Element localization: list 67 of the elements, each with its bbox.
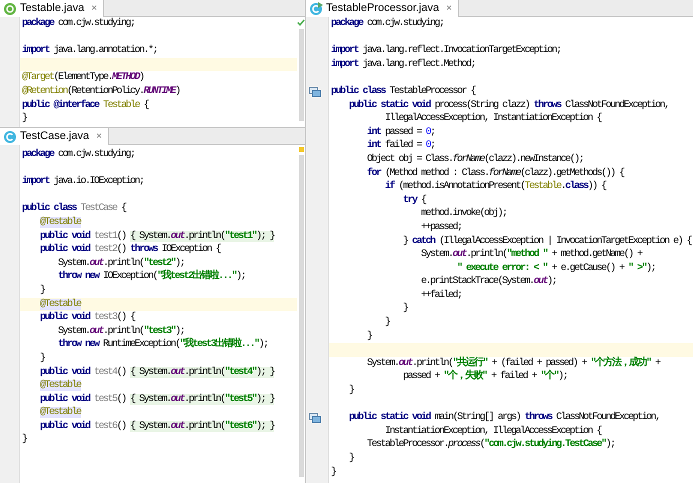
- code-line: System.out.println("method " + method.getName() +: [420, 248, 644, 262]
- code-line: public void test4() { System.out.println("test4"); }: [39, 366, 276, 380]
- editor-tab[interactable]: TestCase.java ×: [0, 128, 109, 145]
- code-line: if (method.isAnnotationPresent(Testable.class)) {: [384, 180, 608, 194]
- code-line: ++passed;: [420, 220, 463, 234]
- code-line: public class TestCase {: [21, 202, 128, 216]
- code-line: }: [384, 316, 391, 330]
- code-line: @Target(ElementType.METHOD): [21, 71, 145, 85]
- code-line: for (Method method : Class.forName(clazz).getMethods()) {: [366, 166, 626, 180]
- stacked-windows-icon[interactable]: [309, 86, 321, 97]
- scrollbar-thumb[interactable]: [298, 29, 304, 121]
- close-button[interactable]: ×: [91, 4, 98, 14]
- code-line: import java.io.IOException;: [21, 175, 145, 189]
- code-line: public static void process(String clazz) throws ClassNotFoundException,: [348, 98, 670, 112]
- code-line: }: [21, 433, 28, 448]
- code-line: public class TestableProcessor {: [330, 84, 477, 99]
- code-line: public void test1() { System.out.println("test1"); }: [39, 230, 276, 244]
- scrollbar-thumb[interactable]: [298, 155, 304, 477]
- code-line: }: [402, 302, 409, 316]
- code-line: }: [348, 452, 355, 466]
- code-line: throw new RuntimeException("我test3出错啦...");: [57, 338, 269, 352]
- code-line: InstantiationException, IllegalAccessException {: [384, 424, 603, 438]
- code-line: }: [21, 112, 28, 126]
- code-line: }: [39, 284, 46, 298]
- code-line: e.printStackTrace(System.out);: [420, 275, 558, 289]
- code-line: public void test2() throws IOException {: [39, 243, 222, 257]
- close-button[interactable]: ×: [96, 132, 102, 142]
- close-button[interactable]: ×: [446, 4, 452, 14]
- code-line: System.out.println("共运行" + (failed + passed) + "个方法，成功" +: [366, 356, 662, 370]
- code-line: passed + "个，失败" + failed + "个");: [402, 370, 568, 384]
- class-icon: [3, 130, 17, 144]
- code-line: ++failed;: [420, 288, 463, 302]
- code-line: package com.cjw.studying;: [21, 148, 136, 162]
- runnable-class-icon: [309, 2, 323, 16]
- code-line: int passed = 0;: [366, 126, 436, 140]
- code-line: System.out.println("test2");: [57, 256, 186, 270]
- code-line: method.invoke(obj);: [420, 207, 508, 221]
- code-line: package com.cjw.studying;: [21, 17, 136, 31]
- code-line: public void test5() { System.out.println("test5"); }: [39, 392, 276, 406]
- stacked-windows-icon[interactable]: [309, 413, 321, 424]
- code-line: throw new IOException("我test2出错啦...");: [57, 270, 246, 284]
- code-line: import java.lang.reflect.Method;: [330, 58, 476, 72]
- code-line: IllegalAccessException, InstantiationException {: [384, 112, 603, 126]
- code-line: import java.lang.reflect.InvocationTargetException;: [330, 44, 562, 58]
- code-line: Object obj = Class.forName(clazz).newInstance();: [366, 152, 584, 167]
- code-line: @Retention(RetentionPolicy.RUNTIME): [21, 84, 181, 99]
- code-line: try {: [402, 194, 428, 208]
- code-line: TestableProcessor.process("com.cjw.studying.TestCase");: [366, 438, 616, 452]
- editor-tab[interactable]: Testable.java ×: [0, 0, 104, 17]
- code-line: import java.lang.annotation.*;: [21, 44, 158, 58]
- code-line: } catch (IllegalAccessException | InvocationTargetException e) {: [402, 234, 693, 248]
- code-line: public static void main(String[] args) throws ClassNotFoundException,: [348, 411, 661, 425]
- code-line: }: [348, 384, 355, 398]
- code-line: public @interface Testable {: [21, 98, 150, 112]
- code-line: package com.cjw.studying;: [330, 17, 445, 31]
- code-line: }: [330, 466, 337, 480]
- code-line: System.out.println("test3");: [57, 324, 186, 338]
- code-line: public void test3() {: [39, 311, 136, 325]
- code-line: public void test6() { System.out.println("test6"); }: [39, 420, 276, 434]
- code-line: }: [366, 330, 373, 344]
- editor-tab[interactable]: TestableProcessor.java ×: [306, 0, 459, 17]
- code-line: int failed = 0;: [366, 139, 436, 153]
- code-line: " execute error: < " + e.getCause() + " >");: [456, 262, 656, 276]
- annotation-type-icon: [3, 2, 17, 16]
- warning-marker[interactable]: [298, 147, 304, 152]
- code-line: }: [39, 352, 46, 366]
- check-icon: [297, 19, 305, 26]
